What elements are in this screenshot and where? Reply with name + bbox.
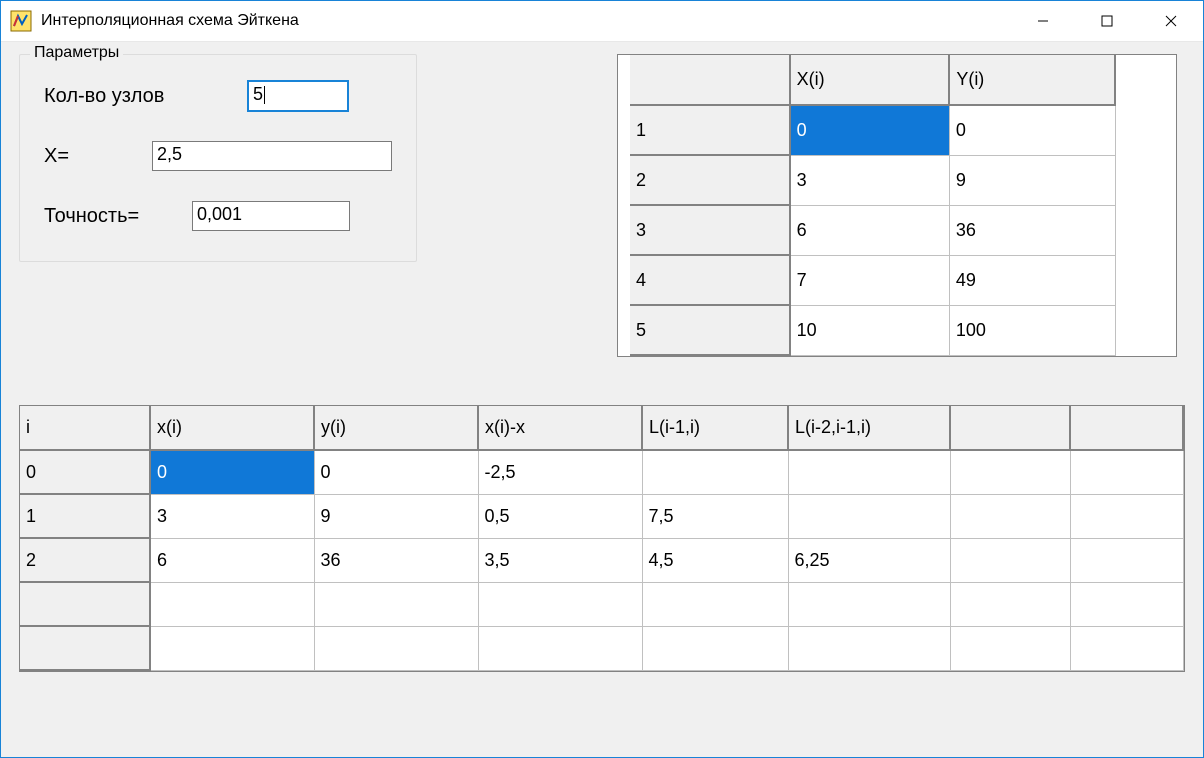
table-row[interactable]: 4 7 49 (630, 255, 1115, 305)
table-row[interactable]: 1 0 0 (630, 105, 1115, 155)
table-header-row: i x(i) y(i) x(i)-x L(i-1,i) L(i-2,i-1,i) (20, 406, 1183, 450)
cell[interactable]: 6 (151, 550, 314, 571)
cell[interactable]: 4,5 (643, 550, 788, 571)
row-index: 3 (630, 220, 789, 241)
nodes-input[interactable]: 5 (248, 81, 348, 111)
computation-grid[interactable]: i x(i) y(i) x(i)-x L(i-1,i) L(i-2,i-1,i)… (19, 405, 1185, 672)
table-row[interactable]: 5 10 100 (630, 305, 1115, 355)
row-index: 1 (630, 120, 789, 141)
table-row[interactable] (20, 626, 1183, 670)
window-title: Интерполяционная схема Эйткена (41, 12, 1011, 30)
title-bar: Интерполяционная схема Эйткена (1, 1, 1203, 41)
cell[interactable]: 3 (151, 506, 314, 527)
precision-label: Точность= (44, 205, 180, 228)
cell[interactable]: 0,5 (479, 506, 642, 527)
cell[interactable]: 7,5 (643, 506, 788, 527)
cell-xi[interactable]: 6 (791, 220, 949, 241)
cell[interactable]: 3,5 (479, 550, 642, 571)
app-icon (9, 9, 33, 33)
nodes-grid[interactable]: X(i) Y(i) 1 0 0 2 3 9 3 6 (617, 54, 1177, 357)
header-l1: L(i-1,i) (643, 417, 787, 438)
header-xi: x(i) (151, 417, 313, 438)
nodes-label: Кол-во узлов (44, 85, 236, 108)
cell-xi[interactable]: 0 (791, 120, 949, 141)
cell-xi[interactable]: 7 (791, 270, 949, 291)
nodes-value: 5 (253, 84, 263, 104)
cell[interactable]: 36 (315, 550, 478, 571)
cell: 1 (20, 506, 149, 527)
cell-xi[interactable]: 10 (791, 320, 949, 341)
cell[interactable]: 0 (151, 462, 314, 483)
header-l2: L(i-2,i-1,i) (789, 417, 949, 438)
row-index: 2 (630, 170, 789, 191)
header-yi: Y(i) (950, 69, 1114, 90)
app-window: Интерполяционная схема Эйткена Параметры (0, 0, 1204, 758)
close-button[interactable] (1139, 1, 1203, 41)
table-row[interactable]: 2 3 9 (630, 155, 1115, 205)
cell: 2 (20, 550, 149, 571)
cell-xi[interactable]: 3 (791, 170, 949, 191)
header-i: i (20, 417, 149, 438)
header-xi-minus-x: x(i)-x (479, 417, 641, 438)
window-controls (1011, 1, 1203, 41)
cell[interactable]: -2,5 (479, 462, 642, 483)
table-header-row: X(i) Y(i) (630, 55, 1115, 105)
table-row[interactable] (20, 582, 1183, 626)
table-row[interactable]: 2 6 36 3,5 4,5 6,25 (20, 538, 1183, 582)
header-yi: y(i) (315, 417, 477, 438)
cell[interactable]: 6,25 (789, 550, 950, 571)
row-index: 5 (630, 320, 789, 341)
table-row[interactable]: 1 3 9 0,5 7,5 (20, 494, 1183, 538)
cell-yi[interactable]: 0 (950, 120, 1115, 141)
cell: 0 (20, 462, 149, 483)
precision-input[interactable]: 0,001 (192, 201, 350, 231)
header-xi: X(i) (791, 69, 949, 90)
params-legend: Параметры (30, 44, 123, 62)
table-row[interactable]: 3 6 36 (630, 205, 1115, 255)
x-label: X= (44, 145, 140, 168)
table-row[interactable]: 0 0 0 -2,5 (20, 450, 1183, 494)
maximize-button[interactable] (1075, 1, 1139, 41)
cell-yi[interactable]: 49 (950, 270, 1115, 291)
cell-yi[interactable]: 36 (950, 220, 1115, 241)
precision-value: 0,001 (197, 204, 242, 224)
cell-yi[interactable]: 9 (950, 170, 1115, 191)
cell[interactable]: 9 (315, 506, 478, 527)
x-value: 2,5 (157, 144, 182, 164)
cell[interactable]: 0 (315, 462, 478, 483)
x-input[interactable]: 2,5 (152, 141, 392, 171)
cell-yi[interactable]: 100 (950, 320, 1115, 341)
minimize-button[interactable] (1011, 1, 1075, 41)
params-groupbox: Параметры Кол-во узлов 5 X= 2,5 Точность… (19, 54, 417, 262)
text-caret (264, 86, 265, 104)
client-area: Параметры Кол-во узлов 5 X= 2,5 Точность… (1, 41, 1203, 757)
row-index: 4 (630, 270, 789, 291)
